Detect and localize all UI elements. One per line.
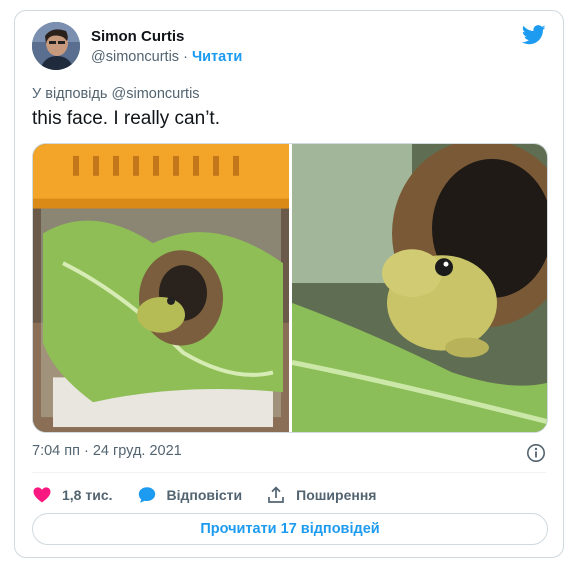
heart-icon bbox=[33, 487, 51, 503]
author-meta: @simoncurtis · Читати bbox=[91, 49, 242, 65]
share-icon bbox=[268, 486, 284, 503]
share-label: Поширення bbox=[296, 487, 377, 503]
reply-button[interactable]: Відповісти bbox=[137, 485, 243, 505]
photo-frog-in-tank[interactable] bbox=[33, 144, 289, 432]
author-name[interactable]: Simon Curtis bbox=[91, 28, 184, 45]
tweet-card: Simon Curtis @simoncurtis · Читати У від… bbox=[14, 10, 564, 558]
info-icon[interactable] bbox=[526, 443, 546, 463]
follow-link[interactable]: Читати bbox=[192, 49, 242, 65]
meta-separator: · bbox=[183, 49, 188, 65]
twitter-bird-icon[interactable] bbox=[522, 25, 546, 45]
divider bbox=[32, 472, 546, 473]
reply-context: У відповідь @simoncurtis bbox=[32, 86, 200, 102]
share-button[interactable]: Поширення bbox=[266, 485, 376, 505]
like-button[interactable]: 1,8 тис. bbox=[32, 485, 113, 505]
tweet-media[interactable] bbox=[32, 143, 548, 433]
author-handle[interactable]: @simoncurtis bbox=[91, 49, 179, 65]
tweet-timestamp[interactable]: 7:04 пп · 24 груд. 2021 bbox=[32, 443, 182, 459]
like-count: 1,8 тис. bbox=[62, 487, 113, 503]
read-replies-button[interactable]: Прочитати 17 відповідей bbox=[32, 513, 548, 545]
speech-bubble-icon bbox=[138, 487, 155, 503]
photo-frog-closeup[interactable] bbox=[292, 144, 548, 432]
tweet-text: this face. I really can’t. bbox=[32, 108, 220, 129]
avatar-image bbox=[32, 22, 80, 70]
reply-label: Відповісти bbox=[166, 487, 243, 503]
avatar[interactable] bbox=[32, 22, 80, 70]
action-bar: 1,8 тис. Відповісти Поширення bbox=[32, 483, 400, 507]
